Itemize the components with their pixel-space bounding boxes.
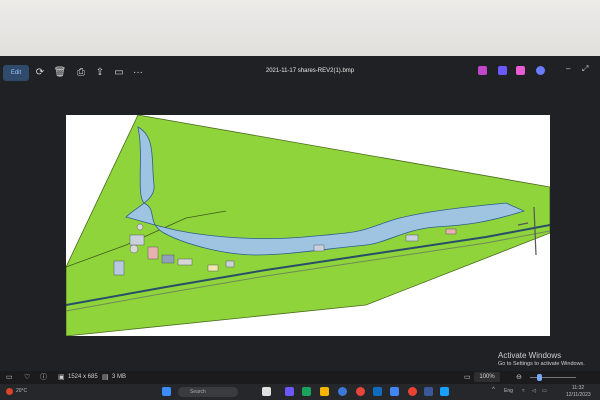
windows-taskbar: 20°C Search ^ Eng ≈ ◁ ▭ 11:32 12/11/2023 <box>0 384 600 400</box>
taskbar-search[interactable]: Search <box>178 387 238 397</box>
file-name: 2021-11-17 shares-REV2(1).bmp <box>265 68 355 74</box>
zoom-level[interactable]: 100% <box>474 372 500 382</box>
file-explorer-icon[interactable] <box>320 387 329 396</box>
building-6 <box>207 264 219 272</box>
photos-app-window: Edit ⟳ 🗑 ⎙ ⇪ ▭ ··· 2021-11-17 shares-REV… <box>0 56 600 400</box>
volume-icon[interactable]: ◁ <box>532 388 536 394</box>
clock-time[interactable]: 11:32 <box>572 385 584 391</box>
delete-icon[interactable]: 🗑 <box>53 66 67 80</box>
chevron-up-icon[interactable]: ^ <box>492 387 495 393</box>
battery-icon[interactable]: ▭ <box>542 388 547 394</box>
restore-icon[interactable]: ⤢ <box>582 64 588 74</box>
designer-icon[interactable] <box>498 66 507 75</box>
building-1 <box>129 234 145 246</box>
viewer-toolbar: Edit ⟳ 🗑 ⎙ ⇪ ▭ ··· 2021-11-17 shares-REV… <box>0 56 600 88</box>
building-2 <box>147 246 159 260</box>
viewer-status-bar: ▭ ♡ ⓘ ▣ 1524 x 685 ▤ 3 MB ▭ 100% ⊖ <box>0 371 600 384</box>
building-8 <box>313 244 325 252</box>
slideshow-icon[interactable]: ▭ <box>112 66 126 80</box>
image-dimensions: 1524 x 685 <box>68 374 98 380</box>
edit-button[interactable]: Edit <box>3 65 29 81</box>
monitor: Edit ⟳ 🗑 ⎙ ⇪ ▭ ··· 2021-11-17 shares-REV… <box>0 56 600 400</box>
app-icon-lightblue[interactable] <box>440 387 449 396</box>
building-9 <box>405 234 419 242</box>
file-size-icon: ▤ <box>102 374 109 381</box>
tank-1 <box>129 244 139 254</box>
app-icon-green[interactable] <box>302 387 311 396</box>
more-options-button[interactable]: ··· <box>131 66 145 80</box>
image-size-icon: ▣ <box>58 374 65 381</box>
image-canvas <box>66 115 550 336</box>
zoom-out-icon[interactable]: ⊖ <box>516 374 522 381</box>
clock-date[interactable]: 12/11/2023 <box>566 392 591 398</box>
start-icon[interactable] <box>162 387 171 396</box>
site-plan-image <box>66 115 550 336</box>
background-wall <box>0 0 600 58</box>
favorite-icon[interactable]: ♡ <box>24 374 30 381</box>
activate-windows-watermark: Activate Windows Go to Settings to activ… <box>498 351 585 367</box>
teams-icon[interactable] <box>285 387 294 396</box>
fit-to-window-icon[interactable]: ▭ <box>464 374 471 381</box>
task-view-icon[interactable] <box>262 387 271 396</box>
minimize-icon[interactable]: – <box>566 64 570 73</box>
weather-temp: 20°C <box>16 388 28 394</box>
print-icon[interactable]: ⎙ <box>74 66 88 80</box>
zoom-slider-handle[interactable] <box>537 374 542 381</box>
clipchamp-icon[interactable] <box>478 66 487 75</box>
edge-icon[interactable] <box>338 387 347 396</box>
building-4 <box>177 258 193 266</box>
info-icon[interactable]: ⓘ <box>40 374 47 381</box>
weather-icon[interactable] <box>6 388 13 395</box>
rotate-icon[interactable]: ⟳ <box>33 66 47 80</box>
cloud-icon[interactable] <box>536 66 545 75</box>
building-7 <box>225 260 235 268</box>
building-10 <box>445 228 457 235</box>
paint-icon[interactable] <box>516 66 525 75</box>
building-3 <box>161 254 175 264</box>
language-indicator[interactable]: Eng <box>504 388 513 394</box>
film-strip-icon[interactable]: ▭ <box>6 374 13 381</box>
activate-subtitle: Go to Settings to activate Windows. <box>498 361 585 367</box>
app-icon-red[interactable] <box>408 387 417 396</box>
share-icon[interactable]: ⇪ <box>93 66 107 80</box>
chrome-icon[interactable] <box>356 387 365 396</box>
photos-icon[interactable] <box>390 387 399 396</box>
activate-title: Activate Windows <box>498 351 562 360</box>
search-placeholder: Search <box>190 388 206 395</box>
building-5 <box>113 260 125 276</box>
outlook-icon[interactable] <box>373 387 382 396</box>
wifi-icon[interactable]: ≈ <box>522 388 525 394</box>
app-icon-blue[interactable] <box>424 387 433 396</box>
tank-2 <box>136 223 144 231</box>
file-size: 3 MB <box>112 374 127 380</box>
